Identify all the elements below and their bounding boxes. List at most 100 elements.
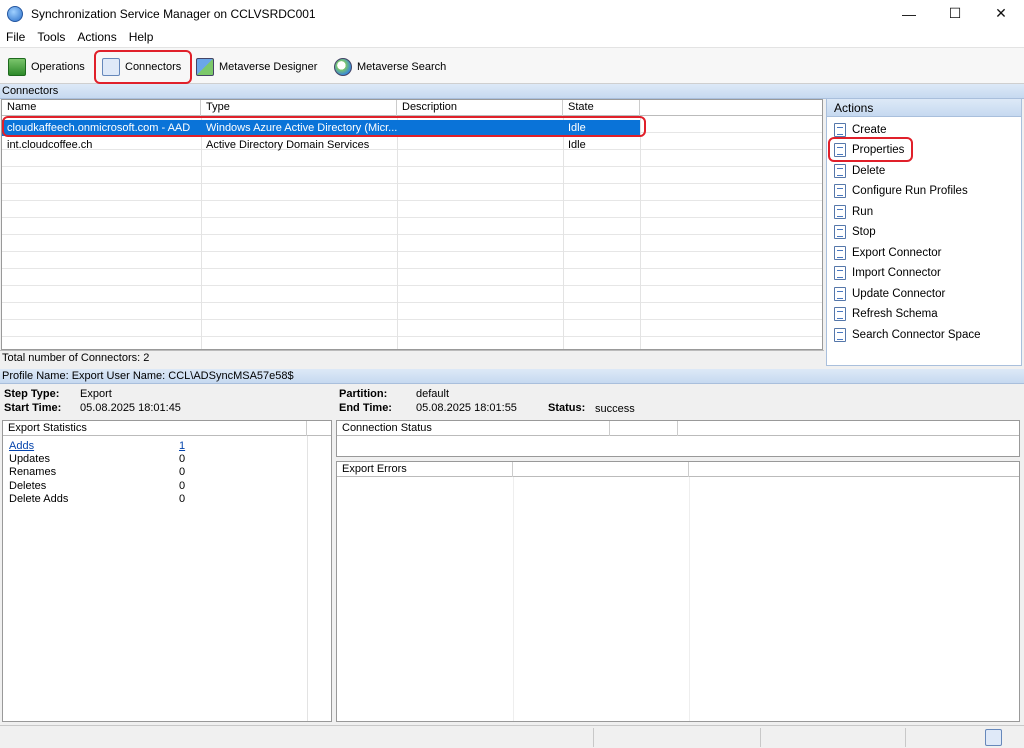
- operations-button[interactable]: Operations: [8, 53, 85, 80]
- metaverse-designer-button[interactable]: Metaverse Designer: [196, 53, 317, 80]
- document-icon: [834, 328, 846, 342]
- step-type-label: Step Type:: [4, 388, 60, 400]
- menu-bar: File Tools Actions Help: [0, 27, 1024, 47]
- action-label: Delete: [852, 165, 886, 177]
- stat-value: 0: [179, 466, 186, 478]
- action-label: Refresh Schema: [852, 308, 938, 320]
- connection-status-column: [610, 421, 678, 436]
- stat-row-deletes: Deletes 0: [9, 480, 189, 493]
- end-time-value: 05.08.2025 18:01:55: [416, 402, 517, 414]
- connector-name-cell: int.cloudcoffee.ch: [7, 139, 93, 151]
- sync-service-app-icon: [7, 5, 23, 22]
- table-row[interactable]: int.cloudcoffee.ch Active Directory Doma…: [2, 137, 640, 153]
- end-time-info: End Time:: [339, 402, 392, 415]
- action-label: Search Connector Space: [852, 329, 981, 341]
- column-header-type[interactable]: Type: [201, 100, 397, 116]
- connector-state-cell: Idle: [568, 139, 586, 151]
- connectors-grid-header: Name Type Description State: [2, 100, 822, 116]
- stat-row-updates: Updates 0: [9, 453, 189, 466]
- stat-value: 0: [179, 480, 186, 492]
- panel-column-line: [689, 477, 690, 721]
- metaverse-search-icon: [334, 57, 352, 76]
- actions-title: Actions: [827, 99, 1021, 117]
- export-statistics-panel[interactable]: Export Statistics Adds 1 Updates 0 Renam…: [2, 420, 332, 722]
- status-bar-divider: [905, 728, 906, 747]
- connector-description-cell: [397, 137, 563, 153]
- menu-file[interactable]: File: [0, 30, 31, 44]
- action-label: Update Connector: [852, 288, 946, 300]
- metaverse-search-button[interactable]: Metaverse Search: [334, 53, 446, 80]
- action-search-connector-space[interactable]: Search Connector Space: [834, 326, 981, 344]
- stat-label: Delete Adds: [9, 493, 69, 505]
- step-type-info: Step Type:: [4, 388, 59, 401]
- action-run[interactable]: Run: [834, 203, 873, 221]
- grid-column-line: [640, 116, 641, 349]
- operations-icon: [8, 57, 26, 76]
- document-icon: [834, 307, 846, 321]
- column-header-name[interactable]: Name: [2, 100, 201, 116]
- status-label: Status:: [548, 402, 586, 414]
- connectors-total: Total number of Connectors: 2: [0, 350, 824, 366]
- menu-actions[interactable]: Actions: [71, 30, 122, 44]
- status-bar-divider: [760, 728, 761, 747]
- action-refresh-schema[interactable]: Refresh Schema: [834, 305, 938, 323]
- action-stop[interactable]: Stop: [834, 223, 876, 241]
- partition-value: default: [416, 388, 450, 400]
- menu-help[interactable]: Help: [123, 30, 160, 44]
- connection-status-header: Connection Status: [337, 421, 1019, 436]
- connection-status-panel[interactable]: Connection Status: [336, 420, 1020, 457]
- stat-label: Renames: [9, 466, 57, 478]
- properties-highlight: [828, 137, 913, 162]
- status-bar: [0, 725, 1024, 748]
- document-icon: [834, 164, 846, 178]
- action-configure-run-profiles[interactable]: Configure Run Profiles: [834, 182, 968, 200]
- minimize-button[interactable]: —: [886, 0, 932, 27]
- stat-value: 0: [179, 453, 186, 465]
- start-time-label: Start Time:: [4, 402, 62, 414]
- action-import-connector[interactable]: Import Connector: [834, 264, 941, 282]
- partition-label: Partition:: [339, 388, 388, 400]
- connector-status-icon: [985, 729, 1002, 746]
- menu-tools[interactable]: Tools: [31, 30, 71, 44]
- panel-column-line: [307, 436, 308, 721]
- status-bar-divider: [593, 728, 594, 747]
- document-icon: [834, 246, 846, 260]
- maximize-button[interactable]: ☐: [932, 0, 978, 27]
- document-icon: [834, 184, 846, 198]
- action-delete[interactable]: Delete: [834, 162, 885, 180]
- partition-info: Partition:: [339, 388, 387, 401]
- document-icon: [834, 266, 846, 280]
- close-button[interactable]: ✕: [978, 0, 1024, 27]
- column-header-state[interactable]: State: [563, 100, 640, 116]
- action-export-connector[interactable]: Export Connector: [834, 244, 942, 262]
- window-title: Synchronization Service Manager on CCLVS…: [31, 6, 316, 21]
- stat-value: 0: [179, 493, 186, 505]
- column-header-description[interactable]: Description: [397, 100, 563, 116]
- title-bar: Synchronization Service Manager on CCLVS…: [0, 0, 1024, 27]
- status-value: success: [595, 403, 635, 415]
- export-errors-panel[interactable]: Export Errors: [336, 461, 1020, 722]
- export-errors-header: Export Errors: [337, 462, 1019, 477]
- action-update-connector[interactable]: Update Connector: [834, 285, 945, 303]
- stat-label: Deletes: [9, 480, 47, 492]
- status-info: Status:: [548, 402, 585, 415]
- action-label: Export Connector: [852, 247, 942, 259]
- toolbar: Operations Connectors Metaverse Designer…: [0, 47, 1024, 84]
- adds-link[interactable]: Adds: [9, 440, 34, 452]
- connector-type-cell: Active Directory Domain Services: [206, 139, 370, 151]
- connection-status-title: Connection Status: [337, 421, 610, 436]
- profile-header: Profile Name: Export User Name: CCL\ADSy…: [0, 369, 1024, 384]
- document-icon: [834, 225, 846, 239]
- document-icon: [834, 287, 846, 301]
- panel-column-line: [513, 477, 514, 721]
- start-time-info: Start Time:: [4, 402, 61, 415]
- actions-pane: Actions Create Properties Delete Configu…: [826, 98, 1022, 366]
- connectors-section-header: Connectors: [0, 84, 1024, 99]
- connectors-highlight: [94, 50, 192, 84]
- export-statistics-header: Export Statistics: [3, 421, 331, 436]
- end-time-label: End Time:: [339, 402, 392, 414]
- adds-value-link[interactable]: 1: [179, 440, 185, 453]
- action-label: Run: [852, 206, 874, 218]
- stat-row-renames: Renames 0: [9, 466, 189, 479]
- stat-label: Updates: [9, 453, 50, 465]
